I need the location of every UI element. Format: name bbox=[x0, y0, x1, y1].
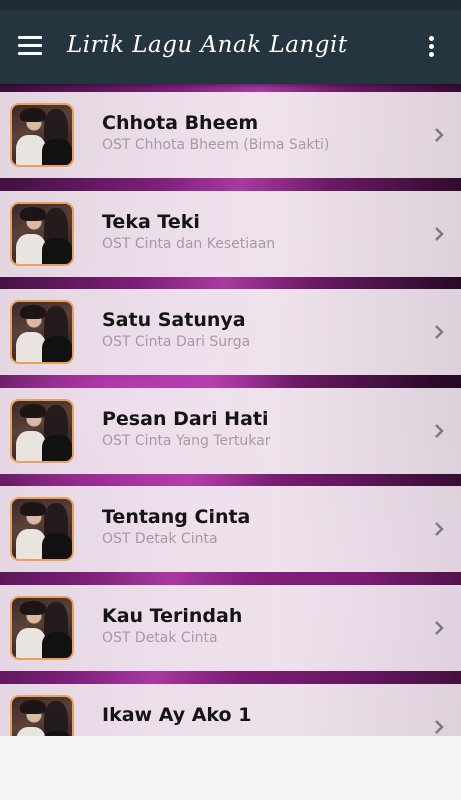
song-subtitle: OST Cinta dan Kesetiaan bbox=[102, 235, 276, 252]
status-bar bbox=[0, 0, 461, 10]
chevron-right-icon bbox=[435, 128, 444, 142]
list-item[interactable]: Chhota Bheem OST Chhota Bheem (Bima Sakt… bbox=[0, 92, 461, 178]
list-item[interactable]: Ikaw Ay Ako 1 bbox=[0, 683, 461, 736]
song-list-container[interactable]: Chhota Bheem OST Chhota Bheem (Bima Sakt… bbox=[0, 84, 461, 736]
song-subtitle: OST Cinta Dari Surga bbox=[102, 334, 251, 351]
list-item[interactable]: Teka Teki OST Cinta dan Kesetiaan bbox=[0, 190, 461, 277]
app-title: Lirik Lagu Anak Langit bbox=[67, 32, 348, 58]
chevron-right-icon bbox=[435, 226, 444, 241]
chevron-right-icon bbox=[435, 621, 444, 635]
list-item[interactable]: Pesan Dari Hati OST Cinta Yang Tertukar bbox=[0, 387, 461, 474]
song-thumbnail bbox=[10, 497, 74, 562]
app-toolbar: Lirik Lagu Anak Langit bbox=[0, 10, 461, 84]
song-list: Chhota Bheem OST Chhota Bheem (Bima Sakt… bbox=[0, 92, 461, 736]
song-thumbnail bbox=[10, 201, 74, 266]
song-subtitle: OST Cinta Yang Tertukar bbox=[102, 432, 271, 449]
song-thumbnail bbox=[10, 103, 74, 167]
song-thumbnail bbox=[10, 694, 74, 736]
hamburger-menu-icon[interactable] bbox=[18, 36, 44, 56]
list-item[interactable]: Satu Satunya OST Cinta Dari Surga bbox=[0, 289, 461, 376]
song-subtitle: OST Detak Cinta bbox=[102, 531, 218, 548]
song-thumbnail bbox=[10, 300, 74, 365]
chevron-right-icon bbox=[435, 325, 444, 340]
song-subtitle: OST Detak Cinta bbox=[102, 629, 218, 646]
song-title: Ikaw Ay Ako 1 bbox=[102, 703, 252, 726]
song-title: Chhota Bheem bbox=[102, 112, 259, 134]
song-title: Teka Teki bbox=[102, 210, 200, 233]
song-thumbnail bbox=[10, 398, 74, 463]
chevron-right-icon bbox=[435, 522, 444, 537]
song-title: Kau Terindah bbox=[102, 604, 243, 627]
list-item[interactable]: Kau Terindah OST Detak Cinta bbox=[0, 584, 461, 671]
song-title: Pesan Dari Hati bbox=[102, 407, 269, 430]
chevron-right-icon bbox=[435, 719, 444, 734]
song-title: Tentang Cinta bbox=[102, 506, 251, 529]
more-vertical-icon[interactable] bbox=[424, 34, 440, 60]
song-thumbnail bbox=[10, 595, 74, 660]
bottom-empty-area bbox=[0, 736, 461, 800]
chevron-right-icon bbox=[435, 423, 444, 438]
song-title: Satu Satunya bbox=[102, 309, 246, 332]
song-subtitle: OST Chhota Bheem (Bima Sakti) bbox=[102, 137, 330, 153]
list-item[interactable]: Tentang Cinta OST Detak Cinta bbox=[0, 486, 461, 573]
